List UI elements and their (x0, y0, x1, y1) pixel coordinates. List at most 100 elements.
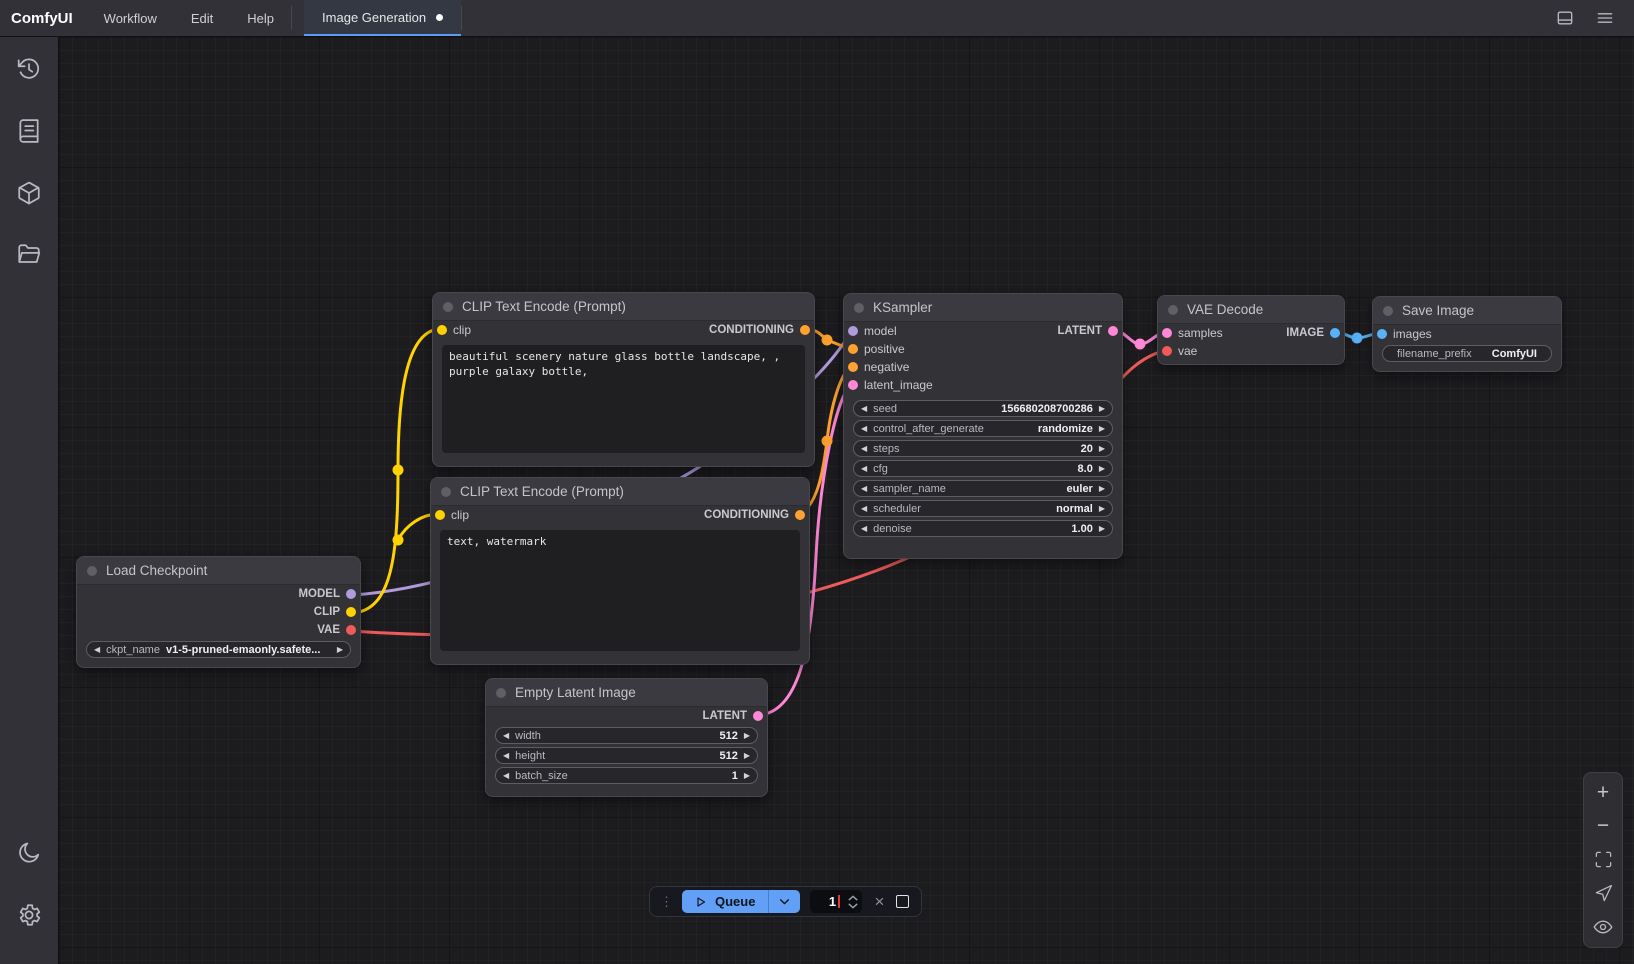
input-slot-negative[interactable] (848, 362, 858, 372)
menu-help[interactable]: Help (230, 0, 291, 36)
collapse-dot[interactable] (441, 487, 451, 497)
widget-width[interactable]: ◀ width 512 ▶ (495, 727, 758, 744)
output-slot-vae[interactable] (346, 625, 356, 635)
widget-decrement-arrow[interactable]: ◀ (861, 465, 867, 473)
widget-increment-arrow[interactable]: ▶ (1099, 465, 1105, 473)
menu-workflow[interactable]: Workflow (87, 0, 174, 36)
collapse-dot[interactable] (87, 566, 97, 576)
widget-decrement-arrow[interactable]: ◀ (503, 772, 509, 780)
bottom-panel-icon[interactable] (1552, 5, 1578, 31)
widget-seed[interactable]: ◀ seed 156680208700286 ▶ (853, 400, 1113, 417)
output-slot-image[interactable] (1330, 328, 1340, 338)
queue-button[interactable]: Queue (682, 890, 800, 913)
clear-queue-icon[interactable]: × (872, 893, 886, 910)
node-vae-decode[interactable]: VAE Decode samples IMAGE vae (1157, 295, 1345, 365)
widget-increment-arrow[interactable]: ▶ (337, 646, 343, 654)
node-library-icon[interactable] (8, 110, 50, 152)
decrement-icon[interactable] (848, 903, 858, 909)
widget-increment-arrow[interactable]: ▶ (744, 772, 750, 780)
node-save-image[interactable]: Save Image images filename_prefix ComfyU… (1372, 296, 1562, 372)
output-slot-latent[interactable] (1108, 326, 1118, 336)
menu-edit[interactable]: Edit (174, 0, 230, 36)
widget-decrement-arrow[interactable]: ◀ (861, 505, 867, 513)
node-clip-text-encode-negative[interactable]: CLIP Text Encode (Prompt) clip CONDITION… (430, 477, 810, 665)
node-title-bar[interactable]: Load Checkpoint (77, 557, 360, 585)
node-clip-text-encode-positive[interactable]: CLIP Text Encode (Prompt) clip CONDITION… (432, 292, 815, 467)
collapse-dot[interactable] (854, 303, 864, 313)
widget-decrement-arrow[interactable]: ◀ (503, 732, 509, 740)
output-slot-conditioning[interactable] (800, 325, 810, 335)
model-library-icon[interactable] (8, 172, 50, 214)
widget-increment-arrow[interactable]: ▶ (1099, 485, 1105, 493)
input-slot-latent-image[interactable] (848, 380, 858, 390)
collapse-dot[interactable] (496, 688, 506, 698)
widget-denoise[interactable]: ◀ denoise 1.00 ▶ (853, 520, 1113, 537)
widget-decrement-arrow[interactable]: ◀ (861, 525, 867, 533)
widget-control-after-generate[interactable]: ◀ control_after_generate randomize ▶ (853, 420, 1113, 437)
node-title-bar[interactable]: Save Image (1373, 297, 1561, 325)
widget-decrement-arrow[interactable]: ◀ (861, 485, 867, 493)
settings-gear-icon[interactable] (8, 894, 50, 936)
node-title-bar[interactable]: CLIP Text Encode (Prompt) (433, 293, 814, 321)
output-slot-clip[interactable] (346, 607, 356, 617)
menu-icon[interactable] (1592, 5, 1618, 31)
widget-increment-arrow[interactable]: ▶ (1099, 505, 1105, 513)
workflows-icon[interactable] (8, 234, 50, 276)
node-title-bar[interactable]: Empty Latent Image (486, 679, 767, 707)
drag-handle-icon[interactable]: ⋮ (660, 895, 672, 908)
stop-icon[interactable] (896, 895, 909, 908)
widget-filename-prefix[interactable]: filename_prefix ComfyUI (1382, 345, 1552, 362)
input-slot-clip[interactable] (437, 325, 447, 335)
collapse-dot[interactable] (443, 302, 453, 312)
node-ksampler[interactable]: KSampler model LATENT positive negative … (843, 293, 1123, 559)
widget-decrement-arrow[interactable]: ◀ (503, 752, 509, 760)
widget-scheduler[interactable]: ◀ scheduler normal ▶ (853, 500, 1113, 517)
fit-view-icon[interactable] (1588, 846, 1618, 874)
widget-increment-arrow[interactable]: ▶ (744, 732, 750, 740)
output-slot-latent[interactable] (753, 711, 763, 721)
select-mode-icon[interactable] (1588, 880, 1618, 908)
input-slot-samples[interactable] (1162, 328, 1172, 338)
history-icon[interactable] (8, 48, 50, 90)
widget-cfg[interactable]: ◀ cfg 8.0 ▶ (853, 460, 1113, 477)
node-title: CLIP Text Encode (Prompt) (462, 299, 626, 314)
output-slot-conditioning[interactable] (795, 510, 805, 520)
input-slot-model[interactable] (848, 326, 858, 336)
widget-decrement-arrow[interactable]: ◀ (94, 646, 100, 654)
node-title-bar[interactable]: VAE Decode (1158, 296, 1344, 324)
widget-batch-size[interactable]: ◀ batch_size 1 ▶ (495, 767, 758, 784)
prompt-textarea[interactable]: beautiful scenery nature glass bottle la… (442, 345, 805, 453)
batch-count-input[interactable]: 1 (810, 890, 862, 913)
tab-image-generation[interactable]: Image Generation (304, 0, 461, 36)
collapse-dot[interactable] (1168, 305, 1178, 315)
widget-decrement-arrow[interactable]: ◀ (861, 405, 867, 413)
widget-increment-arrow[interactable]: ▶ (744, 752, 750, 760)
widget-decrement-arrow[interactable]: ◀ (861, 445, 867, 453)
widget-sampler-name[interactable]: ◀ sampler_name euler ▶ (853, 480, 1113, 497)
increment-icon[interactable] (848, 895, 858, 901)
input-slot-images[interactable] (1377, 329, 1387, 339)
widget-increment-arrow[interactable]: ▶ (1099, 405, 1105, 413)
toggle-link-visibility-icon[interactable] (1588, 913, 1618, 941)
widget-height[interactable]: ◀ height 512 ▶ (495, 747, 758, 764)
zoom-in-icon[interactable]: + (1588, 779, 1618, 807)
widget-increment-arrow[interactable]: ▶ (1099, 425, 1105, 433)
prompt-textarea[interactable]: text, watermark (440, 530, 800, 651)
node-title-bar[interactable]: CLIP Text Encode (Prompt) (431, 478, 809, 506)
widget-increment-arrow[interactable]: ▶ (1099, 525, 1105, 533)
input-slot-vae[interactable] (1162, 346, 1172, 356)
zoom-out-icon[interactable]: − (1588, 812, 1618, 840)
theme-moon-icon[interactable] (8, 832, 50, 874)
input-slot-positive[interactable] (848, 344, 858, 354)
node-load-checkpoint[interactable]: Load Checkpoint MODEL CLIP VAE ◀ ckpt_na… (76, 556, 361, 668)
queue-options-chevron-icon[interactable] (768, 890, 800, 913)
node-empty-latent-image[interactable]: Empty Latent Image LATENT ◀ width 512 ▶ … (485, 678, 768, 797)
collapse-dot[interactable] (1383, 306, 1393, 316)
output-slot-model[interactable] (346, 589, 356, 599)
widget-increment-arrow[interactable]: ▶ (1099, 445, 1105, 453)
widget-decrement-arrow[interactable]: ◀ (861, 425, 867, 433)
input-slot-clip[interactable] (435, 510, 445, 520)
widget-steps[interactable]: ◀ steps 20 ▶ (853, 440, 1113, 457)
node-title-bar[interactable]: KSampler (844, 294, 1122, 322)
widget-ckpt-name[interactable]: ◀ ckpt_name v1-5-pruned-emaonly.safete..… (86, 641, 351, 658)
